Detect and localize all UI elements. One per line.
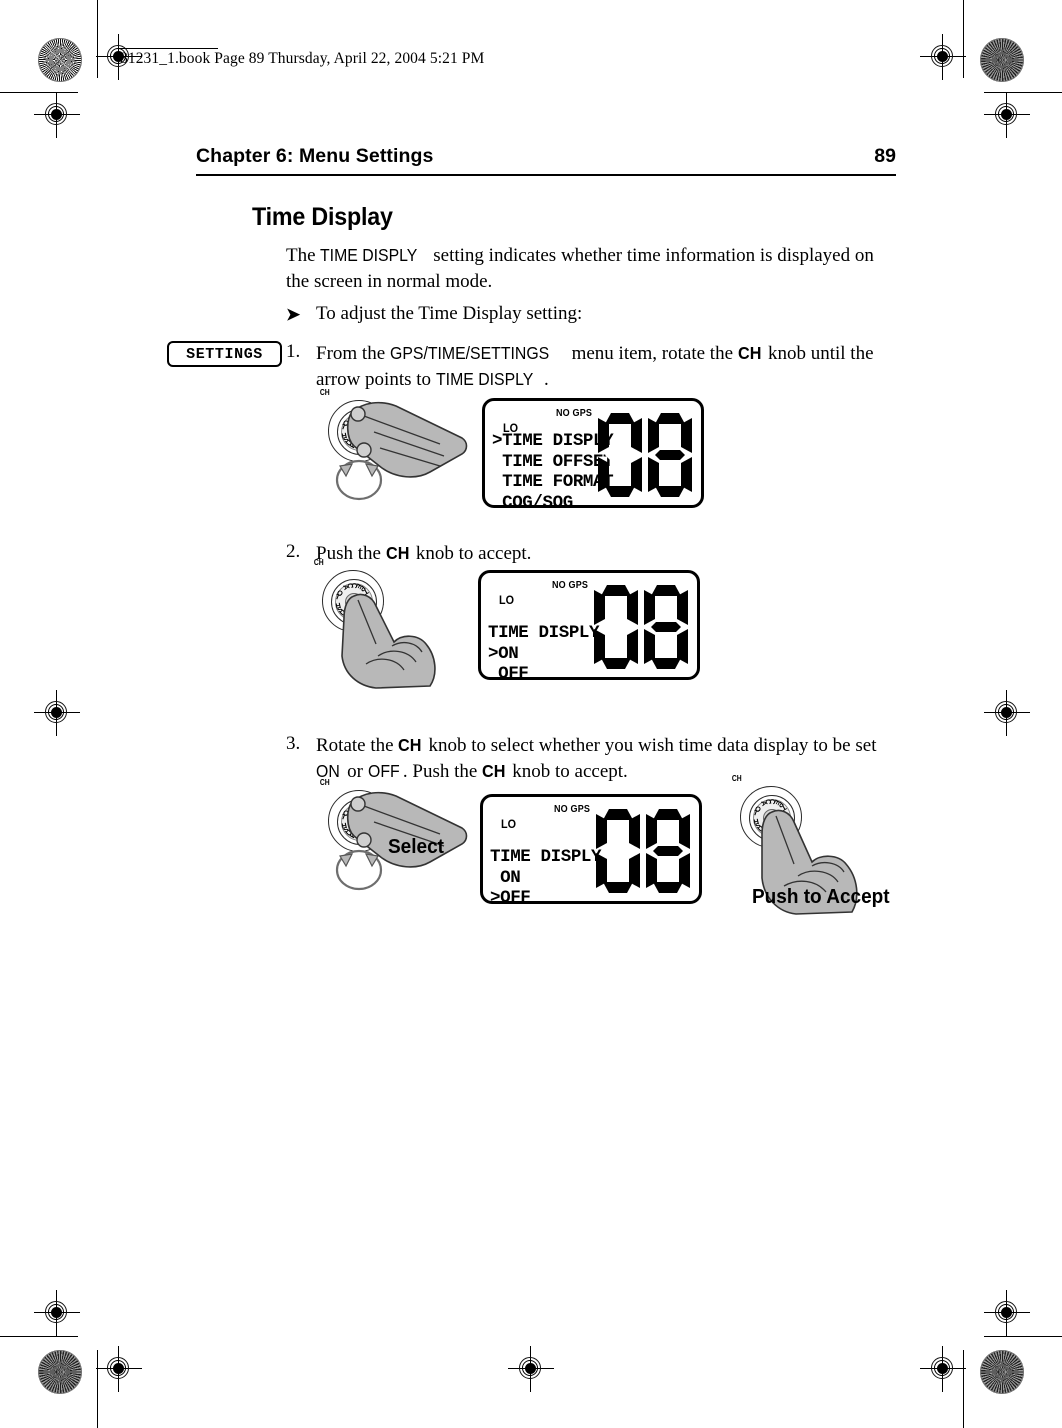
step-3-part-8: knob to accept. — [507, 760, 628, 782]
ch-knob-label-4: CH — [731, 774, 742, 783]
crop-rule-bottom-left — [0, 1336, 78, 1338]
lcd-1-line-2: TIME FORMAT — [492, 472, 614, 492]
ch-knob-label-1: CH — [319, 388, 330, 397]
lcd-1-line-3: COG/SOG — [492, 492, 573, 513]
step-1-part-2: menu item, rotate the — [566, 343, 738, 364]
lcd-2-no-gps-indicator: NO GPS — [551, 579, 589, 591]
ch-knob-label-3: CH — [319, 778, 330, 787]
step-1-target-item: TIME DISPLY — [435, 368, 534, 389]
registration-crosshair-left-middle — [34, 690, 80, 736]
settings-menu-tag-label: SETTINGS — [186, 345, 263, 363]
step-2-number: 2. — [286, 541, 301, 562]
lcd-3-digit-tens — [596, 809, 640, 893]
registration-rosette-bottom-right — [980, 1350, 1024, 1394]
step-3-part-0: Rotate the — [316, 735, 399, 756]
registration-crosshair-bottom-center — [508, 1346, 554, 1392]
intro-term: TIME DISPLY — [320, 245, 418, 265]
step-1-menu-path: GPS/TIME/SETTINGS — [389, 343, 550, 363]
step-1-rotate-illustration: PUSHTOACCEPT CH — [316, 388, 468, 511]
lcd-2-channel-digits — [594, 585, 688, 669]
file-stamp: 81231_1.book Page 89 Thursday, April 22,… — [120, 50, 485, 67]
manual-page: 81231_1.book Page 89 Thursday, April 22,… — [0, 0, 1062, 1428]
lcd-2-line-0: TIME DISPLY — [488, 623, 600, 643]
lcd-2-power-indicator: LO — [499, 593, 515, 607]
lcd-3-no-gps-indicator: NO GPS — [553, 803, 591, 815]
step-2-ch-knob: CH — [385, 543, 410, 563]
pushing-hand-icon-2 — [341, 593, 436, 689]
lcd-1-digit-tens — [598, 413, 642, 497]
section-title: Time Display — [252, 203, 393, 231]
ch-knob-label-2: CH — [313, 558, 324, 567]
lcd-3-power-indicator: LO — [501, 817, 517, 831]
step-3-part-4: or — [342, 760, 368, 782]
step-2-part-0: Push the — [316, 543, 386, 564]
step-1-ch-knob: CH — [737, 343, 762, 363]
step-2-push-illustration: PUSHTOACCEPT CH — [312, 558, 462, 691]
lcd-2-line-2: OFF — [488, 664, 529, 684]
rotating-hand-icon-1 — [346, 401, 468, 478]
lcd-1-line-0: >TIME DISPLY — [492, 431, 614, 451]
settings-menu-tag: SETTINGS — [167, 341, 282, 367]
registration-crosshair-bottom-left — [96, 1346, 142, 1392]
step-1-part-6: . — [544, 368, 549, 390]
lcd-3-menu-lines: TIME DISPLY ON >OFF — [490, 847, 602, 909]
lcd-2-menu-lines: TIME DISPLY >ON OFF — [488, 623, 600, 685]
task-label: To adjust the Time Display setting: — [316, 303, 583, 324]
lcd-3-line-2: >OFF — [490, 888, 531, 908]
intro-paragraph: The TIME DISPLY setting indicates whethe… — [286, 243, 896, 294]
lcd-3-line-1: ON — [490, 867, 521, 888]
lcd-1-no-gps-indicator: NO GPS — [555, 407, 593, 419]
lcd-1-menu-lines: >TIME DISPLY TIME OFFSET TIME FORMAT COG… — [492, 431, 614, 513]
lcd-1-line-1: TIME OFFSET — [492, 451, 614, 472]
lcd-screen-2: NO GPS LO TIME DISPLY >ON OFF — [478, 570, 700, 684]
step-3-part-2: knob to select whether you wish time dat… — [423, 735, 877, 756]
lcd-3-channel-digits — [596, 809, 690, 893]
page-number: 89 — [874, 145, 896, 167]
lcd-1-digit-ones — [648, 413, 692, 497]
registration-crosshair-right-lower — [984, 1290, 1030, 1336]
running-header: Chapter 6: Menu Settings 89 — [196, 145, 896, 168]
task-arrow-icon: ➤ — [286, 305, 301, 324]
step-3-number: 3. — [286, 733, 301, 754]
chapter-title: Chapter 6: Menu Settings — [196, 145, 434, 167]
rotating-hand-icon-3 — [346, 791, 468, 868]
lcd-3-digit-ones — [646, 809, 690, 893]
lcd-screen-3: NO GPS LO TIME DISPLY ON >OFF — [480, 794, 702, 908]
registration-rosette-top-left — [38, 38, 82, 82]
crop-rule-bottom-right — [984, 1336, 1062, 1338]
registration-crosshair-bottom-right — [920, 1346, 966, 1392]
push-to-accept-caption: Push to Accept — [752, 886, 890, 908]
registration-crosshair-right-upper — [984, 92, 1030, 138]
registration-crosshair-left-lower — [34, 1290, 80, 1336]
registration-crosshair-top-right — [920, 34, 966, 80]
step-3-off-value: OFF — [367, 760, 400, 781]
step-1-number: 1. — [286, 341, 301, 362]
step-1-text: From the GPS/TIME/SETTINGS menu item, ro… — [316, 341, 896, 392]
step-3-ch-knob-a: CH — [398, 735, 422, 755]
select-caption: Select — [388, 836, 444, 858]
header-rule — [196, 174, 896, 177]
step-3-rotate-illustration: PUSHTOACCEPT CH Select — [316, 778, 468, 908]
lcd-3-line-0: TIME DISPLY — [490, 847, 602, 867]
registration-crosshair-left-upper — [34, 92, 80, 138]
step-3-ch-knob-b: CH — [482, 760, 506, 781]
step-3-part-6: . Push the — [402, 760, 483, 782]
registration-rosette-top-right — [980, 38, 1024, 82]
lcd-2-line-1: >ON — [488, 643, 519, 664]
intro-text-before: The — [286, 245, 321, 266]
lcd-1-channel-digits — [598, 413, 692, 497]
lcd-screen-1: NO GPS LO >TIME DISPLY TIME OFFSET TIME … — [482, 398, 704, 513]
step-3-text: Rotate the CH knob to select whether you… — [316, 733, 906, 784]
registration-crosshair-right-middle — [984, 690, 1030, 736]
registration-rosette-bottom-left — [38, 1350, 82, 1394]
step-2-text: Push the CH knob to accept. — [316, 541, 896, 567]
lcd-2-digit-ones — [644, 585, 688, 669]
step-2-part-2: knob to accept. — [411, 543, 532, 564]
task-line: ➤ To adjust the Time Display setting: — [286, 303, 896, 325]
step-1-part-0: From the — [316, 343, 390, 364]
step-3-push-illustration: PUSHTOACCEPT CH Push to Accept — [732, 774, 902, 919]
lcd-2-digit-tens — [594, 585, 638, 669]
